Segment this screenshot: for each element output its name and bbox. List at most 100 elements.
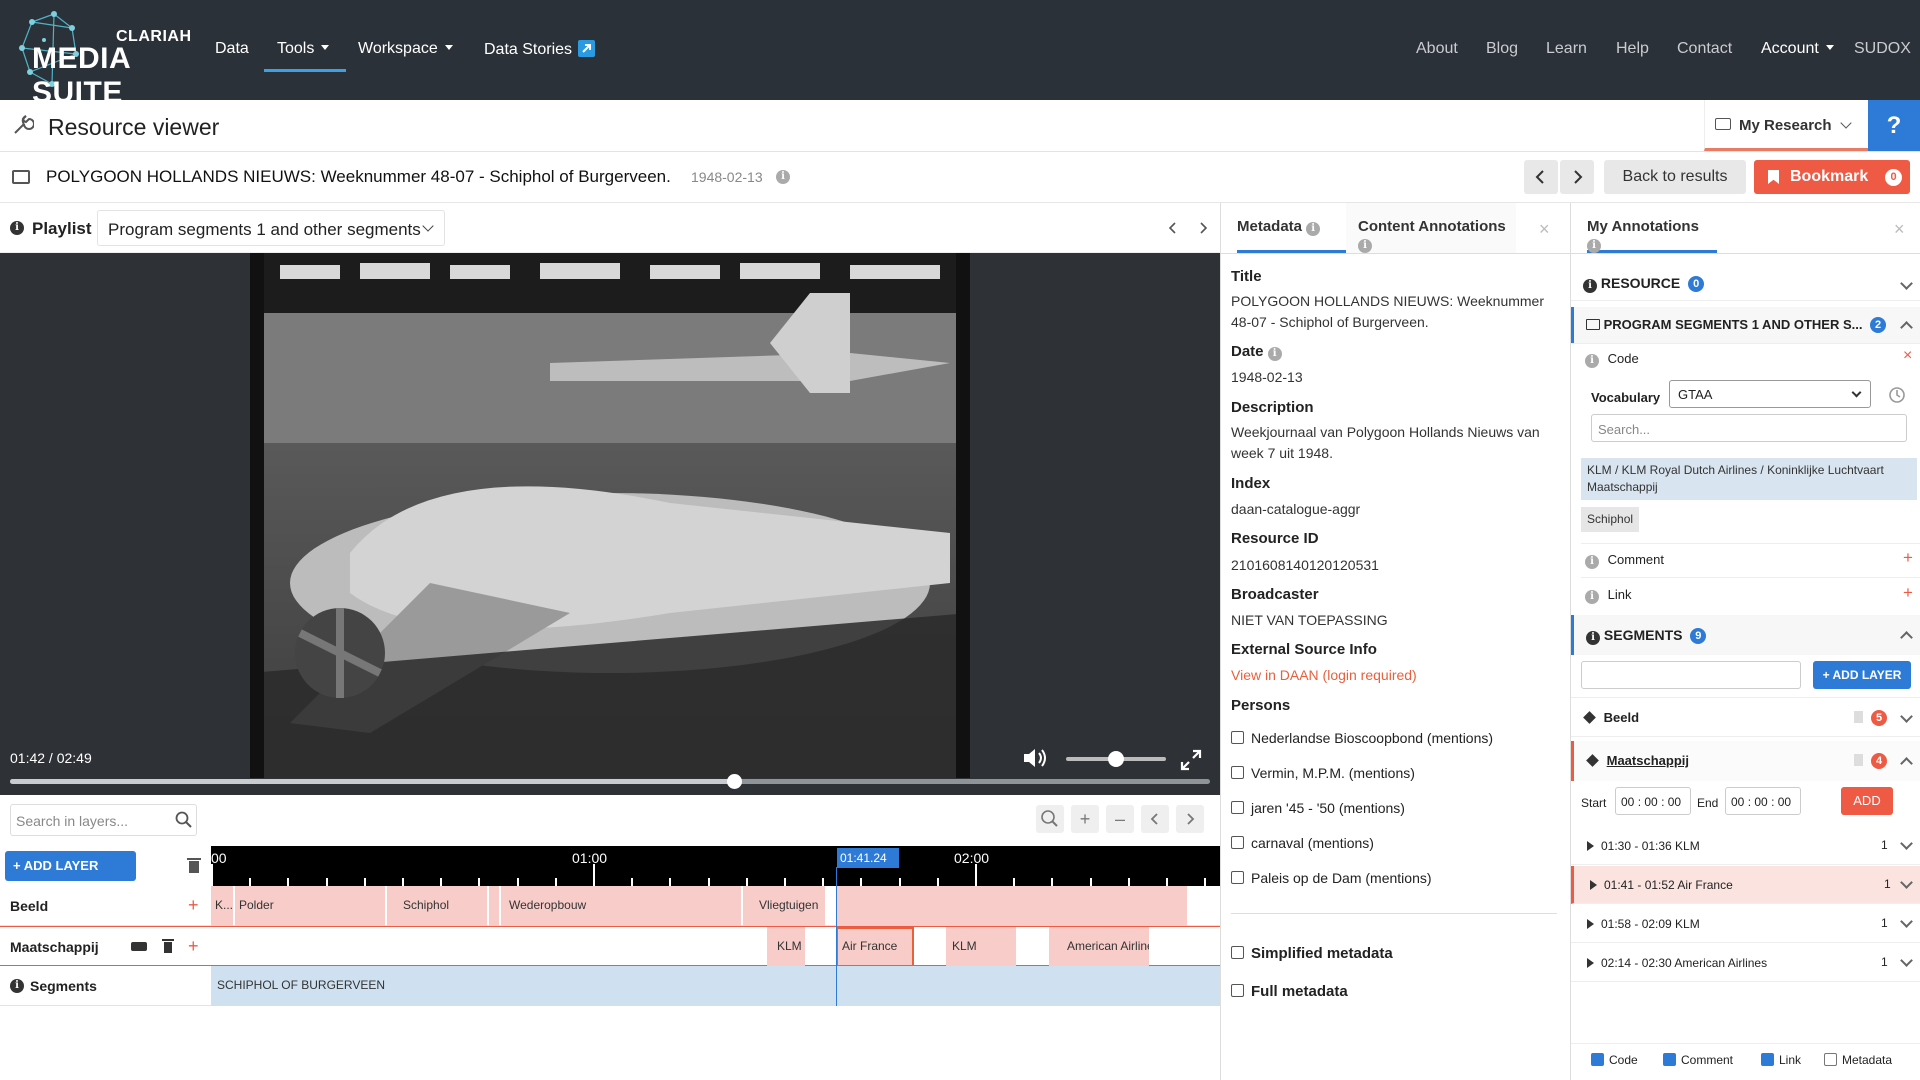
annotation-layer-beeld[interactable]: Beeld 5 (1571, 697, 1920, 737)
end-time-input[interactable]: 00 : 00 : 00 (1725, 787, 1801, 815)
zoom-fit-button[interactable] (1036, 805, 1064, 833)
code-search-input[interactable]: Search... (1591, 414, 1907, 442)
seek-bar[interactable] (10, 774, 1210, 789)
code-tag[interactable]: KLM / KLM Royal Dutch Airlines / Koninkl… (1581, 458, 1917, 500)
segment[interactable]: Schiphol (387, 886, 487, 926)
timeline-ruler[interactable]: 00 01:00 02:00 01:41.24 (211, 846, 1220, 886)
code-tag[interactable]: Schiphol (1581, 507, 1640, 532)
remove-code-icon[interactable]: × (1903, 347, 1912, 365)
video-frame[interactable] (250, 253, 970, 778)
layer-track[interactable]: KLM Air France KLM American Airlines (211, 927, 1220, 967)
next-result-button[interactable] (1560, 160, 1594, 194)
checkbox-unchecked[interactable] (1824, 1053, 1837, 1066)
segment-annotation-item-active[interactable]: 01:41 - 01:52 Air France 1 (1571, 866, 1920, 904)
timeline-prev-button[interactable] (1141, 805, 1169, 833)
volume-knob[interactable] (1108, 751, 1124, 767)
close-icon[interactable]: × (1894, 219, 1905, 240)
simplified-metadata-link[interactable]: Simplified metadata (1231, 945, 1393, 962)
layer-row-maatschappij[interactable]: Maatschappij + KLM Air France KLM Americ… (0, 926, 1220, 967)
nav-data[interactable]: Data (215, 40, 249, 58)
nav-tools[interactable]: Tools (277, 40, 330, 58)
filter-metadata[interactable]: Metadata (1824, 1053, 1892, 1067)
layer-track[interactable]: SCHIPHOL OF BURGERVEEN (211, 966, 1220, 1006)
segment[interactable]: KLM (767, 927, 805, 967)
search-layers-input[interactable]: Search in layers... (10, 804, 197, 836)
play-icon[interactable] (1590, 880, 1597, 890)
info-icon[interactable]: i (10, 221, 24, 235)
person-link[interactable]: Nederlandse Bioscoopbond (mentions) (1231, 730, 1493, 746)
filter-comment[interactable]: Comment (1663, 1053, 1733, 1067)
person-link[interactable]: jaren '45 - '50 (mentions) (1231, 800, 1405, 816)
trash-icon[interactable] (187, 857, 201, 874)
volume-icon[interactable] (1022, 747, 1050, 769)
bookmark-button[interactable]: Bookmark 0 (1754, 160, 1910, 194)
nav-help[interactable]: Help (1616, 40, 1649, 58)
segment[interactable]: American Airlines (1049, 927, 1149, 967)
person-link[interactable]: carnaval (mentions) (1231, 835, 1374, 851)
playlist-prev-button[interactable] (1166, 221, 1180, 235)
checkbox-checked[interactable] (1591, 1053, 1604, 1066)
segment[interactable]: K... (211, 886, 233, 926)
segment-annotation-item[interactable]: 01:58 - 02:09 KLM 1 (1571, 905, 1920, 943)
zoom-out-button[interactable]: – (1106, 805, 1134, 833)
tab-metadata[interactable]: Metadata i (1237, 203, 1347, 253)
segment-selected[interactable]: Air France (836, 927, 914, 967)
timeline-next-button[interactable] (1176, 805, 1204, 833)
checkbox-checked[interactable] (1663, 1053, 1676, 1066)
segment-annotation-item[interactable]: 01:30 - 01:36 KLM 1 (1571, 827, 1920, 865)
full-metadata-link[interactable]: Full metadata (1231, 983, 1348, 1000)
timeline-add-layer-button[interactable]: + ADD LAYER (5, 851, 136, 881)
play-icon[interactable] (1587, 841, 1594, 851)
previous-result-button[interactable] (1524, 160, 1558, 194)
segment-annotation-item[interactable]: 02:14 - 02:30 American Airlines 1 (1571, 944, 1920, 982)
resource-section-header[interactable]: i RESOURCE 0 (1571, 267, 1920, 301)
segment-gap[interactable] (489, 886, 499, 926)
video-player[interactable]: 01:42 / 02:49 (0, 253, 1220, 795)
info-icon[interactable]: i (10, 979, 24, 993)
nav-learn[interactable]: Learn (1546, 40, 1587, 58)
segments-section-header[interactable]: i SEGMENTS 9 (1571, 615, 1920, 655)
nav-data-stories[interactable]: Data Stories (484, 40, 596, 59)
volume-slider[interactable] (1066, 751, 1166, 767)
add-annotation-icon[interactable]: + (188, 936, 199, 957)
play-icon[interactable] (1587, 919, 1594, 929)
seek-knob[interactable] (726, 774, 742, 789)
nav-user[interactable]: SUDOX (1854, 40, 1911, 58)
nav-about[interactable]: About (1416, 40, 1458, 58)
layer-name-input[interactable] (1581, 661, 1801, 689)
layer-row-beeld[interactable]: Beeld + K... Polder Schiphol Wederopbouw… (0, 886, 1220, 926)
add-comment-icon[interactable]: + (1903, 548, 1913, 568)
nav-contact[interactable]: Contact (1677, 40, 1732, 58)
clariah-media-suite-logo[interactable]: CLARIAH MEDIA SUITE (14, 10, 191, 109)
search-icon[interactable] (175, 811, 193, 829)
playlist-select[interactable]: Program segments 1 and other segments (97, 210, 445, 246)
fullscreen-icon[interactable] (1180, 749, 1202, 771)
play-icon[interactable] (1587, 958, 1594, 968)
add-segment-button[interactable]: ADD (1841, 787, 1893, 815)
start-time-input[interactable]: 00 : 00 : 00 (1615, 787, 1691, 815)
info-icon[interactable]: i (1267, 347, 1282, 361)
add-annotation-icon[interactable]: + (188, 895, 199, 916)
segment[interactable]: KLM (946, 927, 1016, 967)
filter-code[interactable]: Code (1591, 1053, 1638, 1067)
back-to-results-button[interactable]: Back to results (1604, 160, 1746, 194)
close-icon[interactable]: × (1539, 219, 1550, 240)
layer-row-segments[interactable]: i Segments SCHIPHOL OF BURGERVEEN (0, 966, 1220, 1006)
tab-content-annotations[interactable]: Content Annotations i (1346, 203, 1516, 253)
layer-track[interactable]: K... Polder Schiphol Wederopbouw Vliegtu… (211, 886, 1220, 926)
nav-account[interactable]: Account (1761, 40, 1834, 58)
segment[interactable]: SCHIPHOL OF BURGERVEEN (211, 966, 1220, 1006)
program-segments-section-header[interactable]: PROGRAM SEGMENTS 1 AND OTHER S... 2 (1571, 307, 1920, 343)
add-link-icon[interactable]: + (1903, 583, 1913, 603)
annotation-layer-maatschappij[interactable]: Maatschappij 4 (1571, 741, 1920, 781)
segment[interactable]: Polder (235, 886, 385, 926)
trash-icon[interactable] (1854, 711, 1863, 723)
vocabulary-select[interactable]: GTAA (1669, 380, 1871, 408)
zoom-in-button[interactable]: + (1071, 805, 1099, 833)
filter-link[interactable]: Link (1761, 1053, 1801, 1067)
history-icon[interactable] (1887, 385, 1907, 405)
nav-blog[interactable]: Blog (1486, 40, 1518, 58)
tag-icon[interactable] (131, 942, 147, 951)
segment[interactable]: Vliegtuigen (743, 886, 825, 926)
info-icon[interactable]: i (776, 170, 790, 184)
